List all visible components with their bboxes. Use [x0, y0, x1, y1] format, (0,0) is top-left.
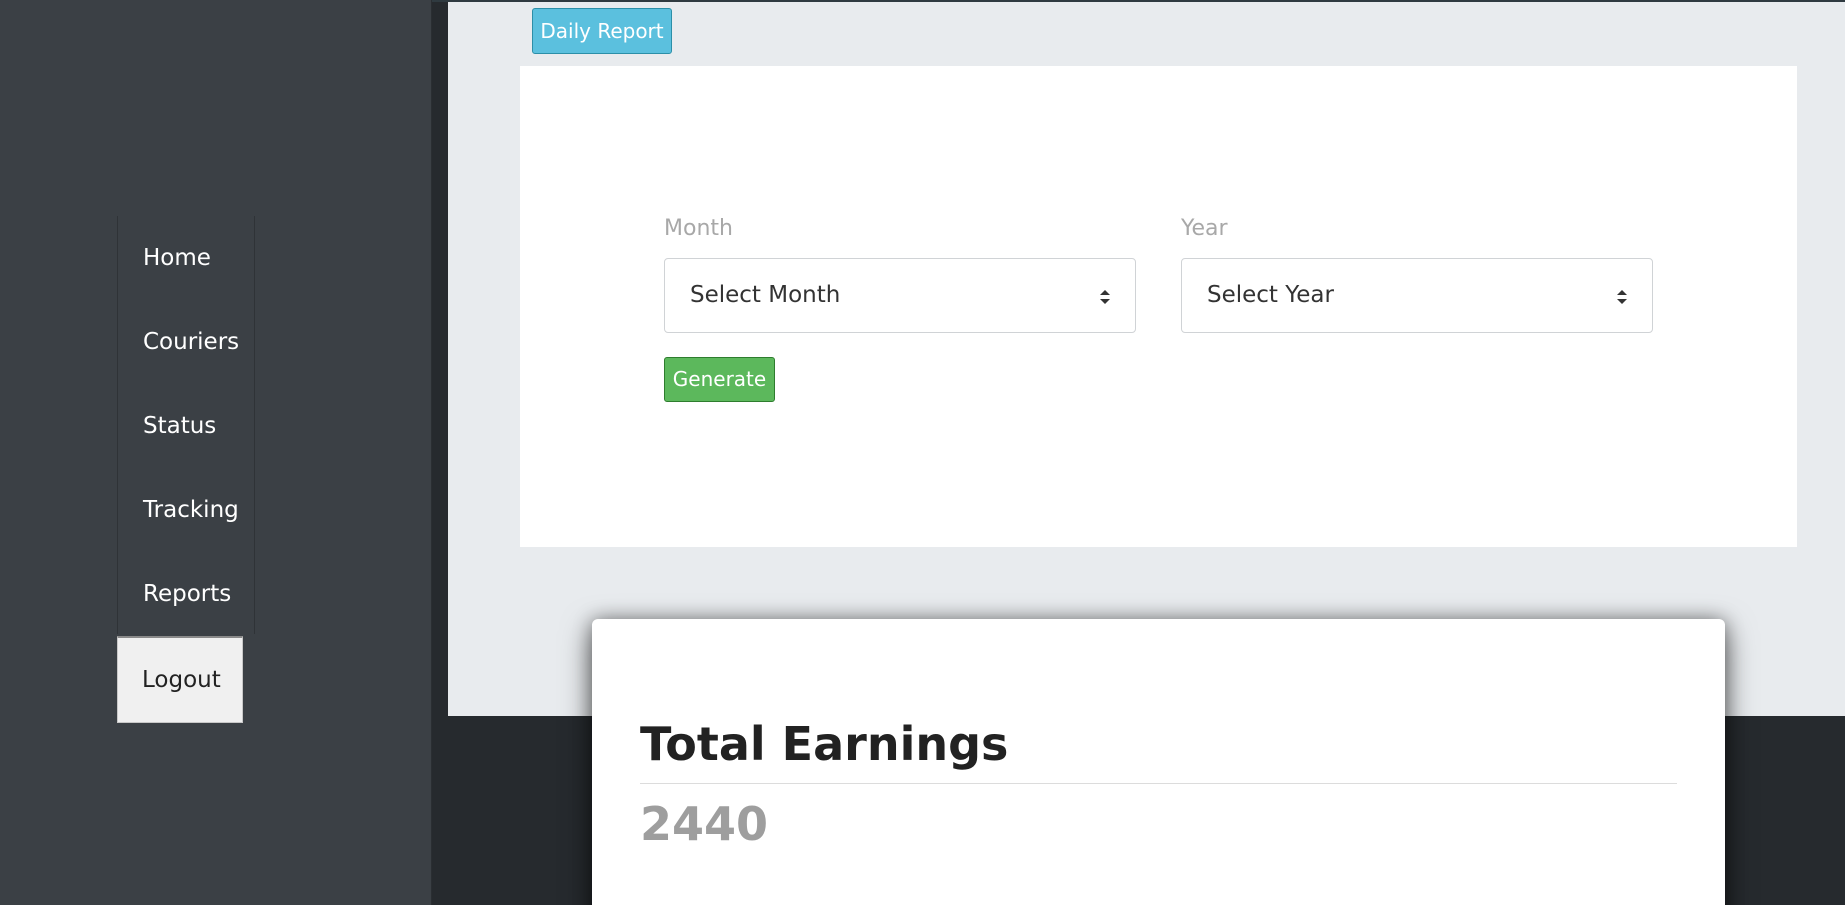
daily-report-button[interactable]: Daily Report [532, 8, 672, 54]
month-select[interactable]: Select Month [664, 258, 1136, 333]
logout-button[interactable]: Logout [117, 636, 243, 723]
generate-button[interactable]: Generate [664, 357, 775, 402]
sidebar-item-home[interactable]: Home [143, 238, 211, 278]
month-label: Month [664, 216, 733, 241]
sidebar-item-reports[interactable]: Reports [143, 574, 231, 614]
earnings-value: 2440 [640, 797, 769, 851]
divider [640, 783, 1677, 784]
sidebar-item-status[interactable]: Status [143, 406, 216, 446]
sidebar-item-couriers[interactable]: Couriers [143, 322, 239, 362]
year-label: Year [1181, 216, 1228, 241]
earnings-title: Total Earnings [640, 717, 1009, 771]
sidebar-nav: Home Couriers Status Tracking Reports [117, 216, 255, 634]
sidebar: Home Couriers Status Tracking Reports Lo… [0, 0, 432, 905]
year-select-value: Select Year [1207, 282, 1334, 308]
total-earnings-card: Total Earnings 2440 [592, 619, 1725, 905]
year-select[interactable]: Select Year [1181, 258, 1653, 333]
sidebar-item-tracking[interactable]: Tracking [143, 490, 239, 530]
sort-caret-icon [1100, 290, 1110, 304]
month-select-value: Select Month [690, 282, 841, 308]
sort-caret-icon [1617, 290, 1627, 304]
